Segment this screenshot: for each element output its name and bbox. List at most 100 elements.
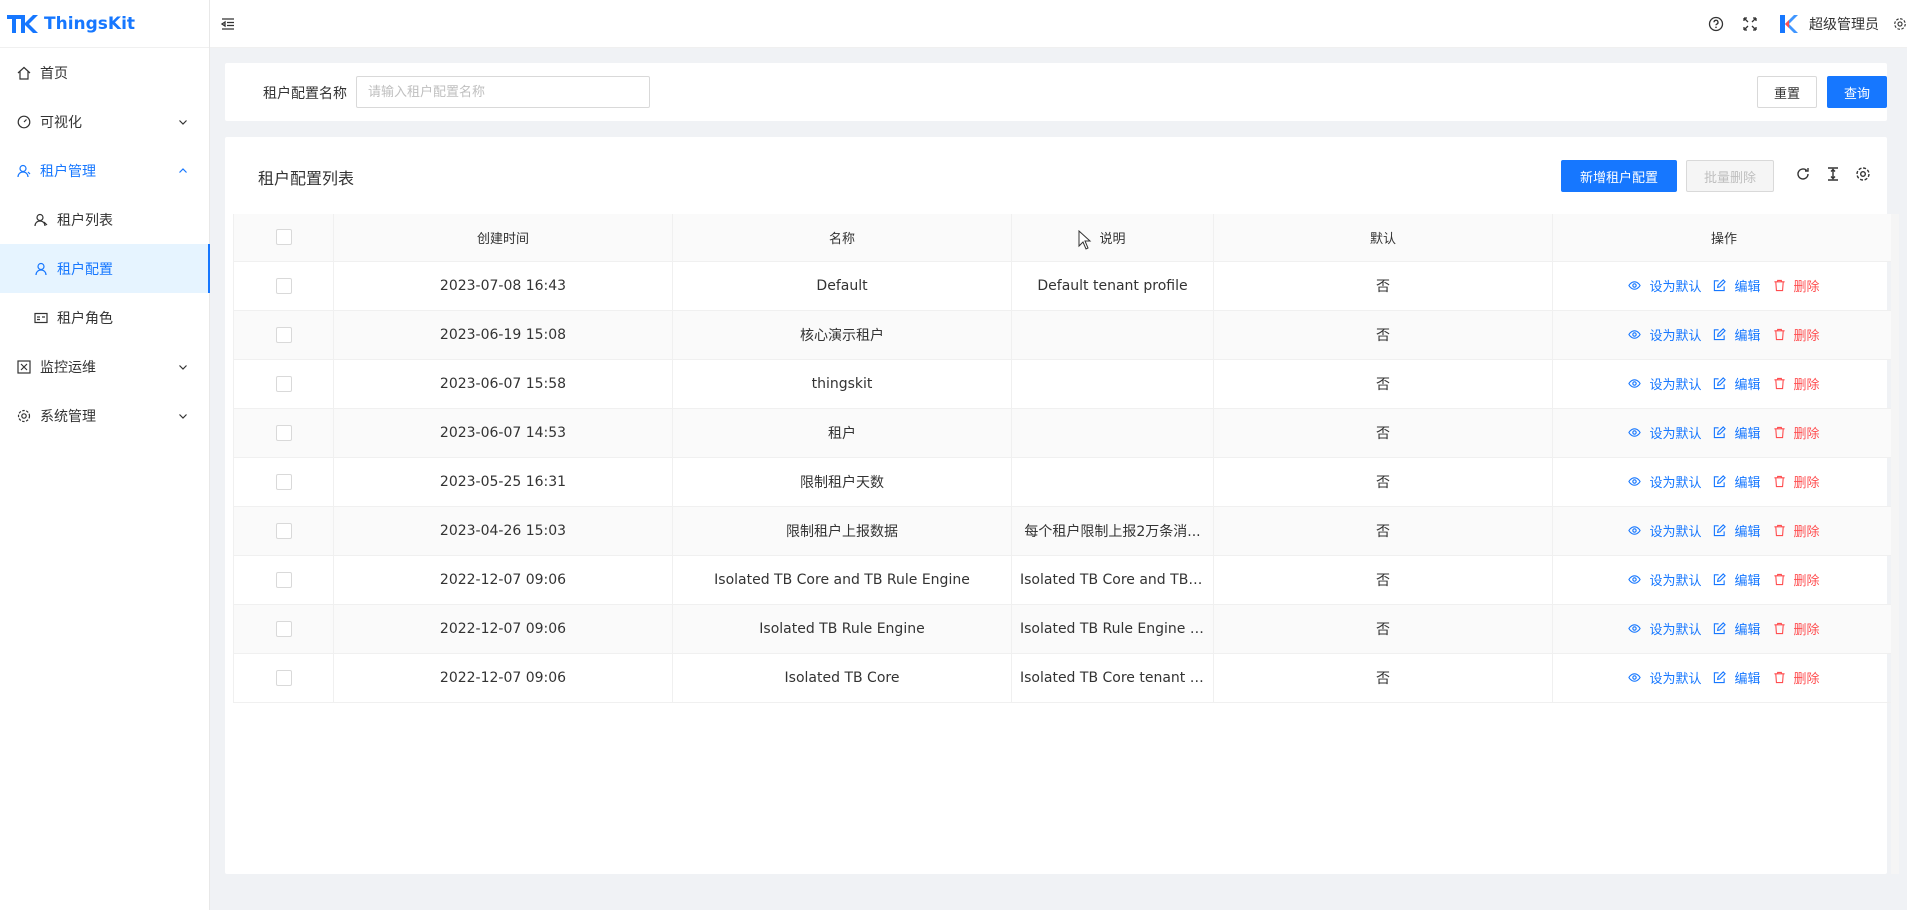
settings-icon[interactable] [1893,15,1907,33]
table-row[interactable]: 2023-06-07 14:53 租户 否 设为默认 编辑 删除 [233,408,1896,458]
edit-button[interactable]: 编辑 [1713,276,1761,295]
column-header[interactable]: 默认 [1213,214,1553,262]
data-table-wrap: 创建时间 名称 说明 默认 操作 2023-07-08 16:43 Default… [233,214,1896,703]
edit-button[interactable]: 编辑 [1713,472,1761,491]
created-time-cell: 2022-12-07 09:06 [333,555,673,605]
delete-button[interactable]: 删除 [1773,521,1820,540]
set-default-button[interactable]: 设为默认 [1628,325,1701,344]
table-row[interactable]: 2022-12-07 09:06 Isolated TB Core Isolated… [233,653,1896,703]
delete-button[interactable]: 删除 [1773,423,1820,442]
delete-button[interactable]: 删除 [1773,668,1820,687]
sidebar-item-tenant-management[interactable]: 租户管理 [0,146,209,195]
edit-button[interactable]: 编辑 [1713,374,1761,393]
column-settings-icon[interactable] [1854,165,1872,183]
edit-button[interactable]: 编辑 [1713,423,1761,442]
batch-delete-button[interactable]: 批量删除 [1686,160,1774,192]
table-row[interactable]: 2022-12-07 09:06 Isolated TB Core and TB … [233,555,1896,605]
row-select-cell [233,653,334,703]
row-checkbox[interactable] [275,424,292,441]
set-default-button[interactable]: 设为默认 [1628,570,1701,589]
row-checkbox[interactable] [275,620,292,637]
table-row[interactable]: 2023-04-26 15:03 限制租户上报数据 每个租户限制上报2万条消... 否… [233,506,1896,556]
description-cell [1011,457,1214,507]
table-row[interactable]: 2023-06-19 15:08 核心演示租户 否 设为默认 编辑 删除 [233,310,1896,360]
delete-button[interactable]: 删除 [1773,374,1820,393]
row-checkbox[interactable] [275,571,292,588]
column-header[interactable]: 创建时间 [333,214,673,262]
tenant-icon [16,163,32,179]
default-cell: 否 [1213,604,1553,654]
sidebar-item-label: 租户管理 [40,163,96,180]
set-default-label: 设为默认 [1649,426,1702,442]
delete-icon [1773,328,1790,341]
row-checkbox[interactable] [275,326,292,343]
default-cell: 否 [1213,359,1553,409]
set-default-button[interactable]: 设为默认 [1628,619,1701,638]
edit-label: 编辑 [1734,524,1761,540]
table-row[interactable]: 2023-05-25 16:31 限制租户天数 否 设为默认 编辑 删除 [233,457,1896,507]
tenant-config-name-input[interactable] [356,76,650,108]
delete-icon [1773,524,1790,537]
delete-button[interactable]: 删除 [1773,276,1820,295]
refresh-icon[interactable] [1794,165,1812,183]
edit-button[interactable]: 编辑 [1713,619,1761,638]
table-row[interactable]: 2023-06-07 15:58 thingskit 否 设为默认 编辑 删除 [233,359,1896,409]
table-row[interactable]: 2023-07-08 16:43 Default Default tenant pr… [233,261,1896,311]
select-all-checkbox[interactable] [275,229,292,246]
chevron-down-icon [179,119,187,125]
fullscreen-icon[interactable] [1741,15,1759,33]
column-height-icon[interactable] [1824,165,1842,183]
menu-fold-icon[interactable] [220,16,236,32]
sidebar-item-tenant-role[interactable]: 租户角色 [0,293,209,342]
delete-icon [1773,426,1790,439]
table-header-row: 创建时间 名称 说明 默认 操作 [233,214,1896,262]
set-default-label: 设为默认 [1649,622,1702,638]
sidebar-item-tenant-config[interactable]: 租户配置 [0,244,210,293]
row-checkbox[interactable] [275,522,292,539]
eye-icon [1628,573,1645,586]
column-header[interactable]: 名称 [672,214,1012,262]
edit-button[interactable]: 编辑 [1713,521,1761,540]
edit-button[interactable]: 编辑 [1713,325,1761,344]
row-checkbox[interactable] [275,375,292,392]
actions-cell: 设为默认 编辑 删除 [1552,457,1896,507]
delete-button[interactable]: 删除 [1773,619,1820,638]
delete-button[interactable]: 删除 [1773,325,1820,344]
edit-button[interactable]: 编辑 [1713,668,1761,687]
sidebar-item-system-management[interactable]: 系统管理 [0,391,209,440]
set-default-button[interactable]: 设为默认 [1628,374,1701,393]
add-tenant-config-button[interactable]: 新增租户配置 [1561,160,1677,192]
sidebar-item-home[interactable]: 首页 [0,48,209,97]
query-button[interactable]: 查询 [1827,76,1887,108]
table-body: 2023-07-08 16:43 Default Default tenant pr… [233,261,1896,703]
table-row[interactable]: 2022-12-07 09:06 Isolated TB Rule Engine I… [233,604,1896,654]
set-default-button[interactable]: 设为默认 [1628,423,1701,442]
reset-button[interactable]: 重置 [1757,76,1817,108]
set-default-button[interactable]: 设为默认 [1628,521,1701,540]
username[interactable]: 超级管理员 [1809,14,1879,34]
set-default-button[interactable]: 设为默认 [1628,276,1701,295]
sidebar-item-visualization[interactable]: 可视化 [0,97,209,146]
delete-button[interactable]: 删除 [1773,570,1820,589]
row-checkbox[interactable] [275,277,292,294]
logo[interactable]: ThingsKit [0,0,209,48]
question-circle-icon[interactable] [1707,15,1725,33]
avatar[interactable] [1777,13,1799,35]
delete-button[interactable]: 删除 [1773,472,1820,491]
table-scrollbar[interactable] [1891,214,1899,874]
edit-button[interactable]: 编辑 [1713,570,1761,589]
set-default-button[interactable]: 设为默认 [1628,472,1701,491]
set-default-label: 设为默认 [1649,524,1702,540]
row-checkbox[interactable] [275,473,292,490]
set-default-button[interactable]: 设为默认 [1628,668,1701,687]
created-time-cell: 2023-05-25 16:31 [333,457,673,507]
delete-icon [1773,573,1790,586]
column-header[interactable]: 说明 [1011,214,1214,262]
sidebar-item-label: 首页 [40,65,68,82]
sidebar-item-tenant-list[interactable]: 租户列表 [0,195,209,244]
row-checkbox[interactable] [275,669,292,686]
actions-cell: 设为默认 编辑 删除 [1552,555,1896,605]
sidebar-item-monitoring[interactable]: 监控运维 [0,342,209,391]
actions-cell: 设为默认 编辑 删除 [1552,408,1896,458]
description-cell [1011,408,1214,458]
